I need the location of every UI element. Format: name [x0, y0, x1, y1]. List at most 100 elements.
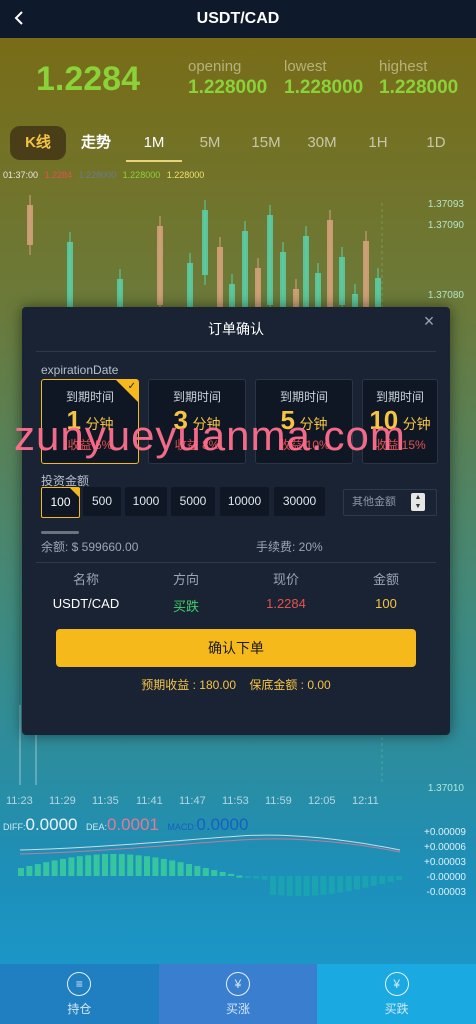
- macd-bar: [76, 856, 83, 876]
- amount-5000[interactable]: 5000: [171, 487, 215, 516]
- macd-bar: [354, 876, 360, 890]
- time-tick: 11:41: [136, 795, 163, 807]
- macd-bar: [68, 857, 75, 876]
- current-price: 1.2284: [36, 60, 140, 98]
- page-title: USDT/CAD: [196, 10, 280, 27]
- macd-tick: +0.00009: [424, 827, 466, 838]
- macd-bar: [60, 858, 66, 876]
- macd-bar: [51, 860, 58, 876]
- expected-profit: 预期收益 : 180.00 保底金额 : 0.00: [141, 678, 331, 692]
- macd-bar: [118, 854, 125, 876]
- coin-stack-icon: ≡: [67, 971, 92, 996]
- dialog-title: 订单确认: [208, 321, 264, 337]
- tab-30m[interactable]: 30M: [294, 126, 350, 160]
- top-bar: USDT/CAD: [0, 0, 476, 38]
- nav-label: 买涨: [226, 1001, 251, 1016]
- time-tick: 11:53: [222, 795, 249, 807]
- nav-label: 持仓: [67, 1001, 92, 1016]
- macd-bars: [18, 854, 402, 896]
- macd-bar: [387, 876, 394, 882]
- card-title: 到期时间: [172, 390, 221, 404]
- card-unit: 分钟: [402, 416, 431, 432]
- header-direction: 方向: [172, 572, 199, 587]
- value-price: 1.2284: [266, 596, 306, 611]
- macd-bar: [135, 855, 142, 876]
- macd-bar: [328, 876, 335, 894]
- macd-bar: [219, 871, 226, 876]
- balance-text: 余额: $ 599660.00: [41, 540, 139, 554]
- macd-bar: [278, 876, 285, 896]
- stat-value: 1.228000: [284, 77, 364, 98]
- nav-buy-up[interactable]: ¥ 买涨: [158, 964, 318, 1024]
- ohlc-low: 1.228000: [122, 170, 161, 180]
- time-tick: 11:59: [265, 795, 292, 807]
- bottom-nav: ≡ 持仓 ¥ 买涨 ¥ 买跌: [0, 964, 476, 1024]
- tab-kline[interactable]: K线: [10, 126, 66, 160]
- tab-trend[interactable]: 走势: [68, 126, 124, 160]
- macd-bar: [202, 868, 209, 876]
- macd-bar: [85, 855, 92, 876]
- macd-bar: [34, 864, 41, 876]
- header-amount: 金额: [372, 572, 399, 587]
- watermark-text: zunyueyuanma.com: [14, 412, 406, 459]
- macd-bar: [286, 876, 293, 896]
- value-name: USDT/CAD: [52, 596, 120, 611]
- expiration-label: expirationDate: [41, 363, 119, 377]
- amount-500[interactable]: 500: [83, 487, 121, 516]
- time-tick: 11:29: [49, 795, 76, 807]
- candle-body: [202, 210, 208, 275]
- fee-text: 手续费: 20%: [256, 540, 323, 554]
- stat-value: 1.228000: [379, 77, 459, 98]
- macd-bar: [110, 854, 117, 876]
- amount-10000[interactable]: 10000: [220, 487, 269, 516]
- close-icon[interactable]: ×: [420, 312, 438, 330]
- stat-value: 1.228000: [188, 77, 268, 98]
- price-summary: 1.2284 opening 1.228000 lowest 1.228000 …: [0, 52, 476, 112]
- amount-1000[interactable]: 1000: [125, 487, 167, 516]
- macd-bar: [152, 857, 159, 876]
- macd-bar: [160, 858, 167, 876]
- macd-histogram: [18, 834, 402, 896]
- macd-bar: [236, 875, 243, 878]
- nav-positions[interactable]: ≡ 持仓: [0, 964, 159, 1024]
- candle-body: [157, 226, 163, 305]
- tab-5m[interactable]: 5M: [182, 126, 238, 160]
- ohlc-close: 1.228000: [166, 170, 205, 180]
- macd-bar: [320, 876, 327, 895]
- axis-label: 1.37010: [427, 783, 464, 794]
- macd-tick: -0.00000: [426, 872, 466, 883]
- dea-line: [19, 838, 401, 855]
- nav-buy-down[interactable]: ¥ 买跌: [317, 964, 476, 1024]
- macd-bar: [102, 854, 108, 876]
- macd-bar: [177, 862, 184, 876]
- amount-stepper[interactable]: ▲ ▼: [411, 493, 425, 511]
- divider: [36, 562, 436, 563]
- macd-bar: [228, 873, 234, 876]
- chevron-left-icon: [14, 11, 23, 25]
- time-axis: 11:23 11:29 11:35 11:41 11:47 11:53 11:5…: [0, 795, 420, 811]
- tab-15m[interactable]: 15M: [238, 126, 294, 160]
- tab-1d[interactable]: 1D: [406, 126, 466, 160]
- amount-30000[interactable]: 30000: [274, 487, 325, 516]
- nav-label: 买跌: [384, 1001, 409, 1016]
- time-tick: 11:35: [92, 795, 119, 807]
- macd-tick: +0.00006: [424, 842, 466, 853]
- header-price: 现价: [272, 572, 299, 587]
- macd-tick: +0.00003: [424, 857, 466, 868]
- header-name: 名称: [72, 572, 99, 587]
- time-tick: 12:11: [352, 795, 379, 807]
- macd-bar: [253, 876, 260, 879]
- back-button[interactable]: [6, 4, 34, 32]
- stat-highest: highest 1.228000: [379, 58, 458, 99]
- confirm-order-button[interactable]: 确认下单: [56, 629, 416, 667]
- macd-bar: [26, 866, 33, 876]
- tab-1m[interactable]: 1M: [126, 126, 182, 160]
- yen-up-icon: ¥: [226, 971, 250, 996]
- axis-label: 1.37093: [427, 199, 464, 210]
- macd-bar: [396, 876, 402, 880]
- axis-label: 1.37090: [427, 220, 464, 231]
- macd-bar: [379, 876, 386, 884]
- macd-bar: [362, 876, 369, 888]
- ohlc-high: 1.228000: [78, 170, 117, 180]
- tab-1h[interactable]: 1H: [350, 126, 406, 160]
